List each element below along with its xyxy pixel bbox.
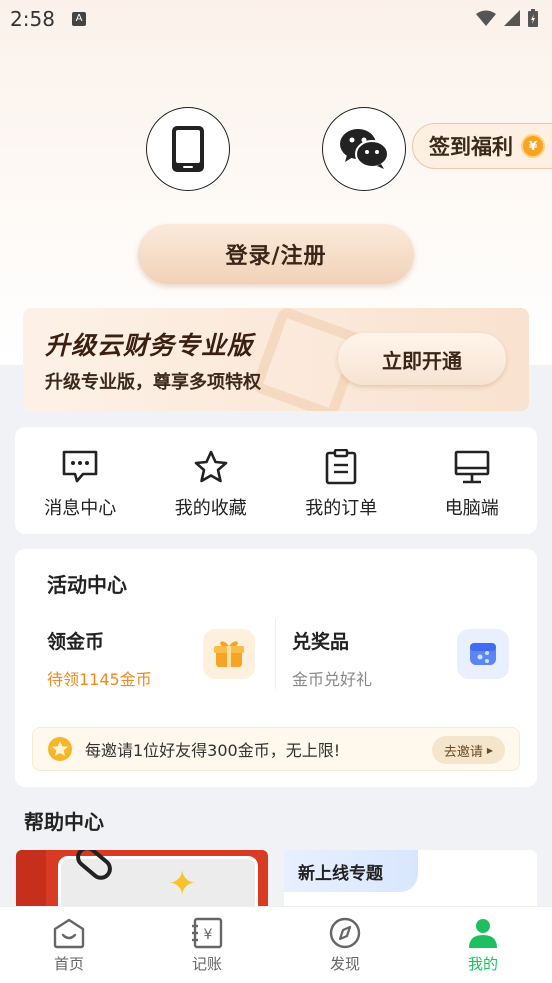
upgrade-title: 升级云财务专业版: [45, 331, 254, 360]
star-badge-icon: [48, 737, 72, 761]
quick-item-label: 我的订单: [305, 498, 378, 519]
help-article-card[interactable]: ✦: [16, 850, 268, 910]
phone-icon: [172, 126, 204, 172]
quick-item-desktop[interactable]: 电脑端: [407, 427, 538, 534]
wechat-icon: [340, 129, 389, 169]
signin-label: 签到福利: [429, 135, 513, 159]
notification-icon: A: [72, 12, 86, 26]
coin-icon: ¥: [521, 134, 545, 158]
activity-divider: [275, 619, 276, 689]
sparkle-icon: ✦: [168, 864, 197, 904]
monitor-icon: [454, 450, 490, 484]
tab-label: 我的: [467, 955, 498, 973]
wifi-icon: [476, 10, 496, 26]
clipboard-icon: [325, 449, 357, 485]
prize-icon: [457, 629, 509, 679]
quick-item-label: 我的收藏: [174, 498, 247, 519]
phone-login-button[interactable]: [146, 107, 230, 191]
tab-discover[interactable]: 发现: [276, 907, 414, 983]
upgrade-banner[interactable]: 升级云财务专业版 升级专业版，尊享多项特权 立即开通: [23, 308, 529, 411]
tab-bookkeeping[interactable]: ¥ 记账: [138, 907, 276, 983]
signin-rewards-button[interactable]: 签到福利 ¥: [412, 123, 552, 169]
signal-icon: [504, 10, 520, 26]
battery-icon: [528, 9, 538, 27]
login-register-button[interactable]: 登录/注册: [138, 224, 414, 284]
tab-mine[interactable]: 我的: [414, 907, 552, 983]
new-topics-card[interactable]: 新上线专题: [284, 850, 537, 910]
invite-text: 每邀请1位好友得300金币，无上限!: [85, 741, 341, 760]
compass-icon: [329, 917, 361, 949]
tab-home[interactable]: 首页: [0, 907, 138, 983]
gift-icon: [203, 629, 255, 679]
message-icon: [62, 450, 98, 483]
upgrade-subtitle: 升级专业版，尊享多项特权: [45, 372, 261, 393]
status-bar: 2:58 A: [0, 0, 552, 38]
svg-text:¥: ¥: [204, 927, 213, 943]
card-edge-decoration: [16, 850, 46, 910]
invite-button[interactable]: 去邀请 ▶: [431, 736, 505, 764]
quick-item-label: 消息中心: [44, 498, 117, 519]
ledger-icon: ¥: [192, 917, 223, 949]
wechat-login-button[interactable]: [322, 107, 406, 191]
caret-right-icon: ▶: [486, 745, 493, 755]
user-icon: [469, 919, 497, 948]
tab-label: 首页: [53, 955, 84, 973]
activity-center: 活动中心 领金币 待领1145金币 兑奖品 金币兑好礼 每邀请1位好友得300金…: [15, 549, 537, 787]
status-time: 2:58: [10, 7, 55, 31]
invite-banner[interactable]: 每邀请1位好友得300金币，无上限! 去邀请 ▶: [32, 727, 520, 771]
home-icon: [53, 918, 85, 949]
tab-label: 记账: [191, 955, 222, 973]
quick-item-label: 电脑端: [444, 498, 499, 519]
tab-label: 发现: [329, 955, 360, 973]
bottom-tab-bar: 首页 ¥ 记账 发现 我的: [0, 906, 552, 983]
quick-actions: 消息中心 我的收藏 我的订单 电脑端: [15, 427, 537, 534]
quick-item-messages[interactable]: 消息中心: [15, 427, 146, 534]
invite-button-label: 去邀请: [443, 744, 483, 760]
star-icon: [194, 450, 228, 483]
quick-item-orders[interactable]: 我的订单: [276, 427, 407, 534]
help-center-title: 帮助中心: [24, 810, 104, 834]
open-now-button[interactable]: 立即开通: [338, 333, 506, 385]
new-topics-tag: 新上线专题: [284, 850, 418, 892]
quick-item-favorites[interactable]: 我的收藏: [146, 427, 277, 534]
status-right-icons: [476, 9, 538, 27]
activity-title: 活动中心: [47, 573, 127, 597]
